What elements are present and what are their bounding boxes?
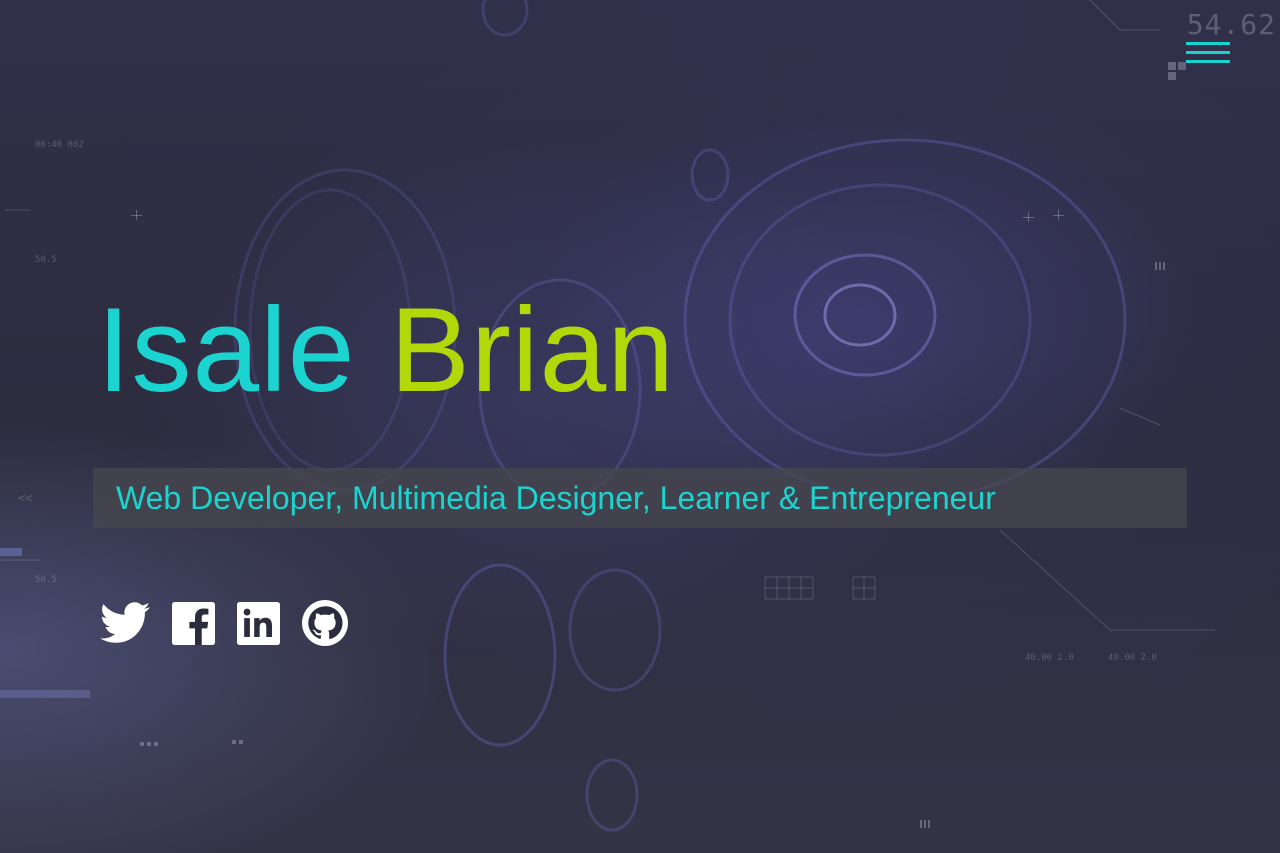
linkedin-link[interactable] (237, 601, 280, 645)
tagline-box: Web Developer, Multimedia Designer, Lear… (93, 468, 1187, 528)
twitter-icon (100, 602, 150, 643)
github-link[interactable] (302, 600, 348, 646)
hud-readout: 54.62 (1186, 8, 1276, 41)
social-links (100, 600, 370, 646)
svg-text:40.00 2.0: 40.00 2.0 (1108, 653, 1157, 663)
twitter-link[interactable] (100, 602, 150, 644)
page-title: Isale Brian (97, 290, 675, 410)
tagline: Web Developer, Multimedia Designer, Lear… (116, 480, 996, 516)
facebook-icon (172, 601, 215, 645)
svg-text:40.00 2.0: 40.00 2.0 (1025, 653, 1074, 663)
svg-text:06:40 002: 06:40 002 (35, 140, 84, 150)
svg-text:50.5: 50.5 (35, 575, 57, 585)
hamburger-icon-bar (1186, 60, 1230, 63)
last-name: Brian (389, 283, 675, 417)
hamburger-icon-bar (1186, 42, 1230, 45)
facebook-link[interactable] (172, 601, 215, 645)
hero-section: 06:40 002 50.5 50.5 40.00 2.0 40.00 2.0 … (0, 0, 1280, 853)
github-icon (302, 600, 348, 646)
linkedin-icon (237, 601, 280, 645)
svg-text:50.5: 50.5 (35, 255, 57, 265)
hamburger-icon-bar (1186, 51, 1230, 54)
first-name: Isale (97, 283, 356, 417)
hamburger-menu-button[interactable] (1186, 42, 1230, 74)
background-hud-graphic: 06:40 002 50.5 50.5 40.00 2.0 40.00 2.0 … (0, 0, 1215, 832)
svg-text:<<: << (18, 491, 32, 505)
